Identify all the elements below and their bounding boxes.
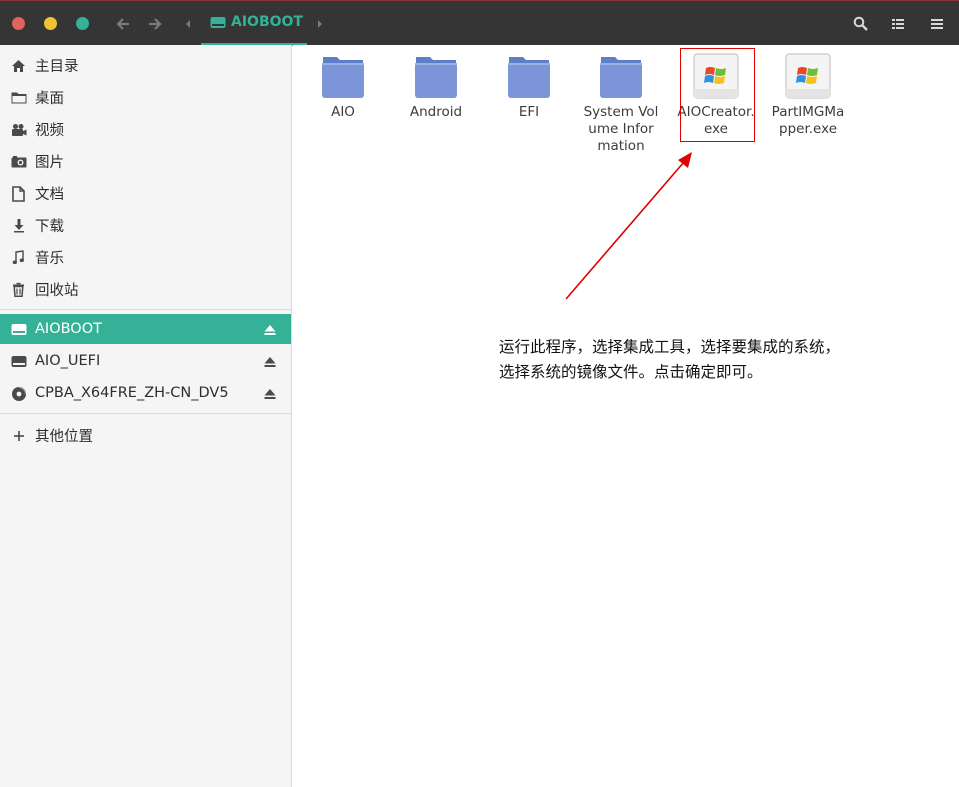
file-name: EFI [518, 104, 540, 120]
sidebar-item-label: AIOBOOT [35, 321, 102, 337]
header-bar: AIOBOOT [0, 0, 959, 46]
drive-icon [10, 321, 27, 338]
sidebar-item-label: 文档 [35, 186, 64, 203]
sidebar-item-other-locations[interactable]: 其他位置 [0, 420, 291, 450]
sidebar-item-music[interactable]: 音乐 [0, 242, 291, 272]
annotation-line: 运行此程序，选择集成工具，选择要集成的系统， [499, 338, 841, 356]
music-icon [10, 249, 27, 266]
file-view: AIO Android EFI System Volume Informatio… [293, 45, 959, 787]
sidebar-item-documents[interactable]: 文档 [0, 178, 291, 208]
sidebar-item-label: 主目录 [35, 58, 79, 75]
plus-icon [10, 427, 27, 444]
folder-icon [322, 57, 364, 98]
sidebar-item-videos[interactable]: 视频 [0, 114, 291, 144]
arrow-right-icon [149, 18, 162, 30]
download-icon [10, 217, 27, 234]
sidebar-item-label: 图片 [35, 154, 64, 171]
minimize-window-button[interactable] [44, 17, 57, 30]
path-scroll-right-button[interactable] [312, 14, 328, 34]
search-icon [853, 16, 868, 31]
folder-icon [415, 57, 457, 98]
chevron-left-icon [186, 20, 190, 28]
file-name: System Volume Information [583, 104, 659, 154]
menu-button[interactable] [926, 13, 948, 35]
sidebar-divider [0, 413, 291, 414]
document-icon [10, 185, 27, 202]
eject-icon[interactable] [263, 387, 277, 401]
sidebar-item-aioboot[interactable]: AIOBOOT [0, 314, 291, 344]
chevron-right-icon [318, 20, 322, 28]
drive-icon [10, 353, 27, 370]
sidebar-item-label: 下载 [35, 218, 64, 235]
eject-icon[interactable] [263, 355, 277, 369]
file-item-aio[interactable]: AIO [299, 53, 387, 121]
sidebar-item-label: 视频 [35, 122, 64, 139]
sidebar-item-label: CPBA_X64FRE_ZH-CN_DV5 [35, 385, 229, 401]
arrow-left-icon [116, 18, 129, 30]
folder-icon [508, 57, 550, 98]
file-name: AIO [331, 104, 355, 120]
search-button[interactable] [850, 13, 872, 35]
file-name: PartIMGMapper.exe [771, 104, 845, 137]
video-icon [10, 121, 27, 138]
camera-icon [10, 153, 27, 170]
sidebar-item-downloads[interactable]: 下载 [0, 210, 291, 240]
sidebar-item-trash[interactable]: 回收站 [0, 274, 291, 304]
sidebar-item-cpba-disc[interactable]: CPBA_X64FRE_ZH-CN_DV5 [0, 378, 291, 408]
sidebar-item-label: 其他位置 [35, 428, 93, 445]
drive-icon [210, 16, 226, 28]
folder-icon [10, 89, 27, 106]
list-view-icon [892, 19, 904, 29]
sidebar-item-desktop[interactable]: 桌面 [0, 82, 291, 112]
forward-button[interactable] [145, 14, 165, 34]
path-scroll-left-button[interactable] [180, 14, 196, 34]
sidebar: 主目录 桌面 视频 图片 文档 下载 音乐 回收站 AIOBOOT AIO_UE… [0, 45, 292, 787]
hamburger-menu-icon [931, 19, 943, 29]
file-item-partimgmapper-exe[interactable]: PartIMGMapper.exe [764, 53, 852, 138]
highlight-box [680, 48, 755, 142]
sidebar-item-aio-uefi[interactable]: AIO_UEFI [0, 346, 291, 376]
file-item-efi[interactable]: EFI [485, 53, 573, 121]
file-name: Android [409, 104, 463, 120]
folder-icon [600, 57, 642, 98]
close-window-button[interactable] [12, 17, 25, 30]
home-icon [10, 57, 27, 74]
sidebar-divider [0, 309, 291, 310]
trash-icon [10, 281, 27, 298]
back-button[interactable] [113, 14, 133, 34]
path-crumb-aioboot[interactable]: AIOBOOT [201, 1, 307, 46]
view-list-button[interactable] [887, 13, 909, 35]
sidebar-item-pictures[interactable]: 图片 [0, 146, 291, 176]
file-item-system-volume-information[interactable]: System Volume Information [578, 53, 664, 155]
annotation-text: 运行此程序，选择集成工具，选择要集成的系统， 选择系统的镜像文件。点击确定即可。 [499, 335, 919, 385]
sidebar-item-home[interactable]: 主目录 [0, 50, 291, 80]
file-item-android[interactable]: Android [392, 53, 480, 121]
eject-icon[interactable] [263, 323, 277, 337]
sidebar-item-label: 音乐 [35, 250, 64, 267]
windows-executable-icon [785, 53, 831, 99]
path-crumb-label: AIOBOOT [231, 14, 303, 30]
sidebar-item-label: 回收站 [35, 282, 79, 299]
disc-icon [10, 385, 27, 402]
maximize-window-button[interactable] [76, 17, 89, 30]
sidebar-item-label: 桌面 [35, 90, 64, 107]
annotation-line: 选择系统的镜像文件。点击确定即可。 [499, 363, 763, 381]
sidebar-item-label: AIO_UEFI [35, 353, 101, 369]
